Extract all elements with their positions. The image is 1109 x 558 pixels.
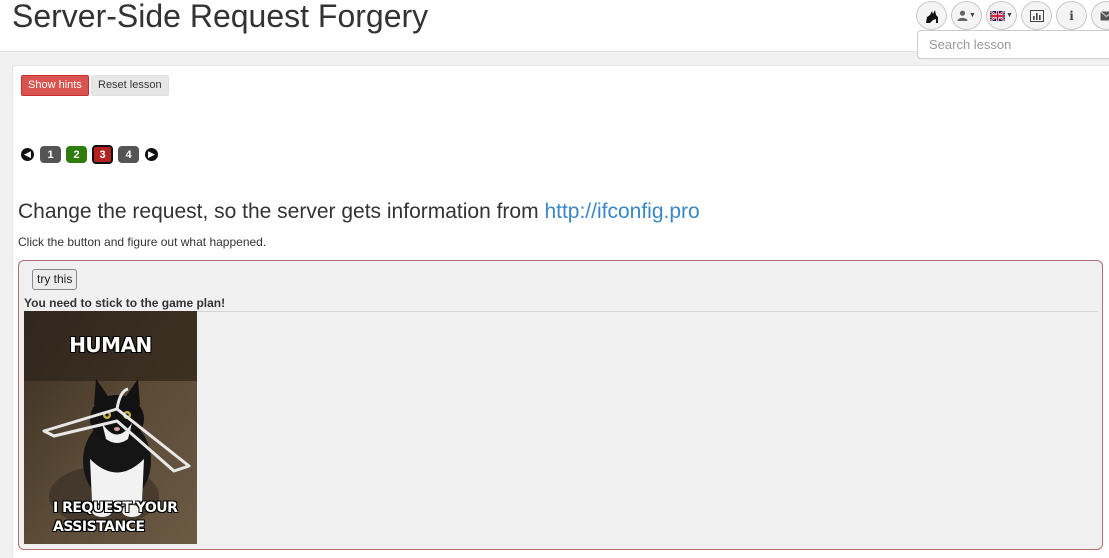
meme-top-caption: HUMAN <box>69 333 152 357</box>
page-link-2[interactable]: 2 <box>66 146 87 163</box>
page-title: Server-Side Request Forgery <box>12 0 429 34</box>
info-icon: i <box>1069 8 1074 23</box>
assignment-heading-text: Change the request, so the server gets i… <box>18 200 545 223</box>
feedback-message: You need to stick to the game plan! <box>24 296 1098 312</box>
uk-flag-icon <box>990 10 1006 21</box>
top-header: Server-Side Request Forgery ▼ ▼ i <box>0 0 1109 59</box>
user-menu-button[interactable]: ▼ <box>951 1 982 30</box>
user-icon <box>957 10 968 21</box>
search-lesson-input[interactable] <box>917 30 1109 59</box>
lesson-panel: Show hints Reset lesson ◀ 1 2 3 4 ▶ Chan… <box>12 65 1109 558</box>
page-link-4[interactable]: 4 <box>118 146 139 163</box>
lesson-page-navigation: ◀ 1 2 3 4 ▶ <box>21 145 158 164</box>
show-hints-button[interactable]: Show hints <box>21 75 89 96</box>
attack-container: try this You need to stick to the game p… <box>18 260 1103 550</box>
next-page-arrow-icon[interactable]: ▶ <box>145 148 158 161</box>
report-card-icon <box>1029 9 1044 22</box>
try-this-button[interactable]: try this <box>32 269 78 290</box>
chevron-down-icon: ▼ <box>1006 12 1013 19</box>
meme-bottom-caption: I REQUEST YOUR ASSISTANCE <box>53 500 178 535</box>
page-link-1[interactable]: 1 <box>40 146 61 163</box>
assignment-heading: Change the request, so the server gets i… <box>18 200 700 224</box>
report-card-button[interactable] <box>1021 1 1052 30</box>
language-menu-button[interactable]: ▼ <box>986 1 1017 30</box>
wolf-logo-icon[interactable] <box>916 1 947 30</box>
chevron-down-icon: ▼ <box>969 12 976 19</box>
header-toolbar: ▼ ▼ i <box>916 1 1109 30</box>
cat-meme-image: HUMAN I REQUEST YOUR ASSISTANCE <box>24 311 197 544</box>
assignment-instruction: Click the button and figure out what hap… <box>18 235 267 249</box>
mail-icon <box>1100 10 1109 20</box>
contact-button[interactable] <box>1091 1 1109 30</box>
page-link-3-current[interactable]: 3 <box>92 145 113 164</box>
ifconfig-link[interactable]: http://ifconfig.pro <box>544 200 699 223</box>
about-button[interactable]: i <box>1056 1 1087 30</box>
reset-lesson-button[interactable]: Reset lesson <box>91 75 169 96</box>
previous-page-arrow-icon[interactable]: ◀ <box>21 148 34 161</box>
